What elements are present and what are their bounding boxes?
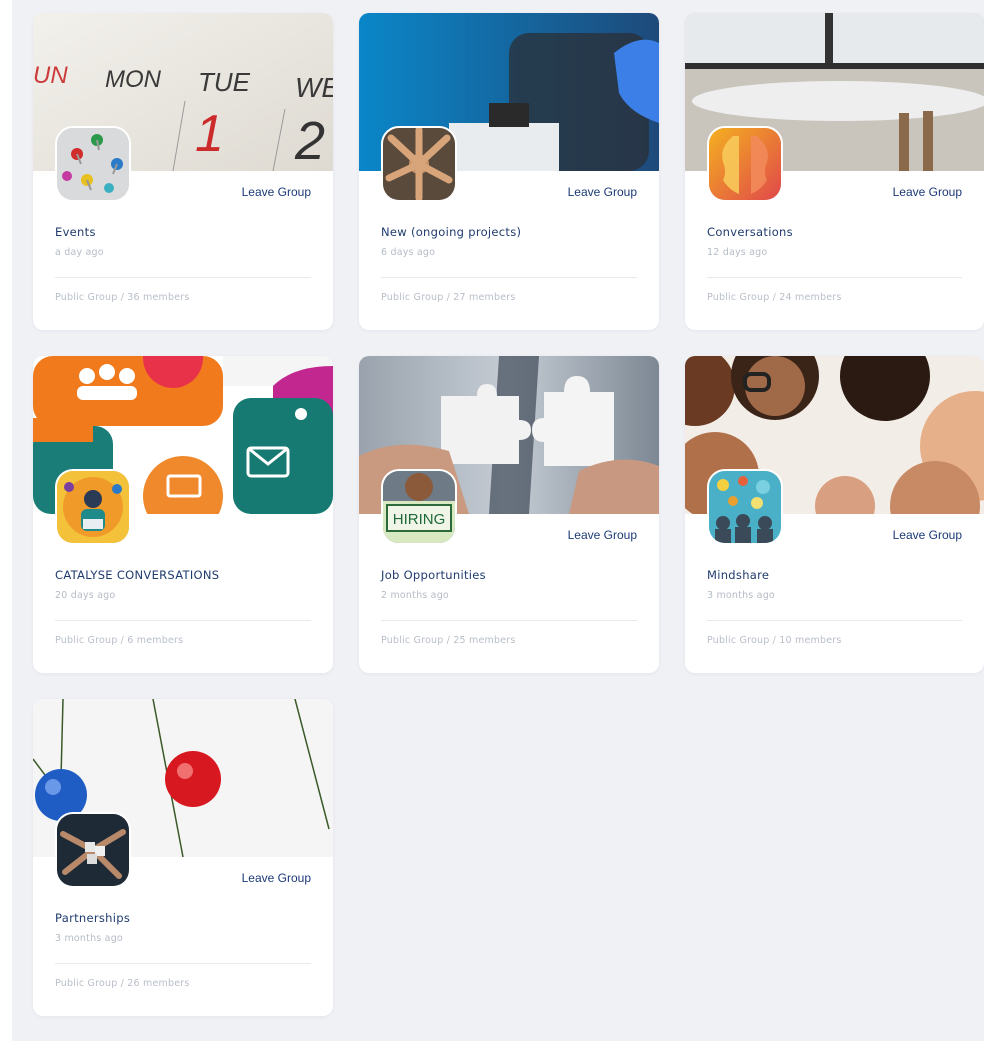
groups-grid: UN MON TUE WE 1 2 Leave Group Event xyxy=(12,0,984,1041)
team-hands-avatar xyxy=(381,126,457,202)
leave-group-button[interactable]: Leave Group xyxy=(568,185,637,199)
group-meta: Public Group / 26 members xyxy=(55,978,190,989)
group-name[interactable]: New (ongoing projects) xyxy=(381,225,521,239)
group-meta: Public Group / 10 members xyxy=(707,635,842,646)
card-divider xyxy=(707,277,962,278)
leave-group-button[interactable]: Leave Group xyxy=(893,185,962,199)
group-activity-time: 6 days ago xyxy=(381,247,436,258)
group-activity-time: 3 months ago xyxy=(55,933,123,944)
leave-group-button[interactable]: Leave Group xyxy=(242,871,311,885)
leave-group-button[interactable]: Leave Group xyxy=(568,528,637,542)
group-activity-time: a day ago xyxy=(55,247,104,258)
card-divider xyxy=(707,620,962,621)
group-meta: Public Group / 25 members xyxy=(381,635,516,646)
group-card-partnerships[interactable]: Leave Group Partnerships 3 months ago Pu… xyxy=(33,699,333,1016)
card-divider xyxy=(381,277,637,278)
svg-text:UN: UN xyxy=(33,62,68,89)
group-name[interactable]: CATALYSE CONVERSATIONS xyxy=(55,568,219,582)
group-name[interactable]: Events xyxy=(55,225,96,239)
svg-text:TUE: TUE xyxy=(198,67,251,97)
ideas-avatar xyxy=(707,469,783,545)
group-meta: Public Group / 6 members xyxy=(55,635,184,646)
group-meta: Public Group / 36 members xyxy=(55,292,190,303)
group-card-events[interactable]: UN MON TUE WE 1 2 Leave Group Event xyxy=(33,13,333,330)
group-name[interactable]: Mindshare xyxy=(707,568,769,582)
svg-text:2: 2 xyxy=(294,111,325,171)
card-divider xyxy=(55,277,311,278)
group-card-catalyse-conversations[interactable]: CATALYSE CONVERSATIONS 20 days ago Publi… xyxy=(33,356,333,673)
group-name[interactable]: Partnerships xyxy=(55,911,130,925)
group-name[interactable]: Conversations xyxy=(707,225,793,239)
leave-group-button[interactable]: Leave Group xyxy=(242,185,311,199)
svg-text:WE: WE xyxy=(295,72,333,103)
hiring-sign-avatar: HIRING xyxy=(381,469,457,545)
card-divider xyxy=(55,620,311,621)
group-name[interactable]: Job Opportunities xyxy=(381,568,486,582)
svg-text:MON: MON xyxy=(105,66,162,93)
card-divider xyxy=(381,620,637,621)
group-card-new-ongoing-projects[interactable]: Leave Group New (ongoing projects) 6 day… xyxy=(359,13,659,330)
group-activity-time: 2 months ago xyxy=(381,590,449,601)
face-profiles-avatar xyxy=(707,126,783,202)
pushpins-avatar xyxy=(55,126,131,202)
group-card-mindshare[interactable]: Leave Group Mindshare 3 months ago Publi… xyxy=(685,356,984,673)
person-laptop-avatar xyxy=(55,469,131,545)
leave-group-button[interactable]: Leave Group xyxy=(893,528,962,542)
group-activity-time: 20 days ago xyxy=(55,590,116,601)
group-card-conversations[interactable]: Leave Group Conversations 12 days ago Pu… xyxy=(685,13,984,330)
group-card-job-opportunities[interactable]: HIRING Leave Group Job Opportunities 2 m… xyxy=(359,356,659,673)
svg-text:1: 1 xyxy=(195,105,224,163)
puzzle-hands-avatar xyxy=(55,812,131,888)
group-meta: Public Group / 24 members xyxy=(707,292,842,303)
hiring-text: HIRING xyxy=(393,511,446,528)
card-divider xyxy=(55,963,311,964)
group-activity-time: 12 days ago xyxy=(707,247,768,258)
group-meta: Public Group / 27 members xyxy=(381,292,516,303)
group-activity-time: 3 months ago xyxy=(707,590,775,601)
